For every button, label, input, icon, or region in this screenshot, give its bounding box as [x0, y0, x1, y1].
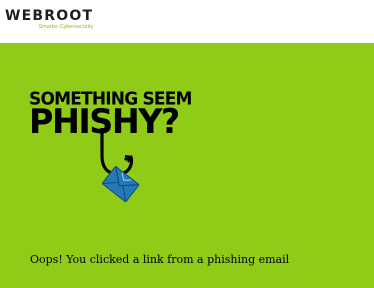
hero-banner	[0, 43, 374, 288]
logo-wordmark: WEBROOT	[5, 8, 94, 24]
phishing-message: Oops! You clicked a link from a phishing…	[30, 253, 290, 266]
webroot-logo: WEBROOT Smarter Cybersecurity	[5, 9, 93, 30]
phishing-warning-page: WEBROOT Smarter Cybersecurity SOMETHING …	[0, 0, 374, 288]
fish-hook-envelope-icon	[100, 128, 140, 203]
logo-tagline: Smarter Cybersecurity	[38, 24, 94, 30]
header: WEBROOT Smarter Cybersecurity	[0, 0, 374, 43]
